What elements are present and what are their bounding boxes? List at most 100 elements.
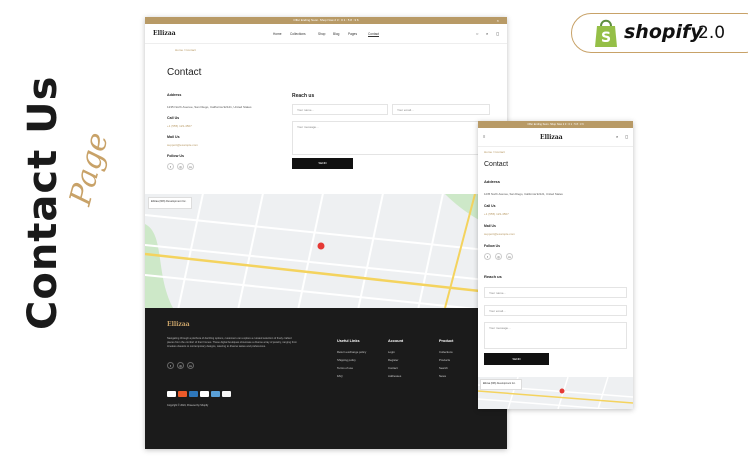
instagram-icon[interactable]: ◎: [177, 163, 184, 170]
copyright: Copyright © 2024, Powered by Shopify: [167, 404, 209, 407]
mobile-header: ≡ Ellizaa ⌕ ◻: [478, 128, 633, 147]
desktop-topbar: Offer Ending Soon. Shop Now 2 3 : 0 1 : …: [145, 17, 507, 24]
visa-icon: [167, 391, 176, 397]
mobile-message-placeholder: Your message...: [489, 326, 511, 330]
nav-blog[interactable]: Blog: [333, 32, 339, 36]
mail-label: Mail Us: [167, 135, 180, 139]
site-logo[interactable]: Ellizaa: [153, 30, 176, 37]
footer-link[interactable]: News: [439, 374, 446, 378]
mobile-topbar: Offer Ending Soon. Shop Now 2 3 : 0 1 : …: [478, 121, 633, 128]
footer-link[interactable]: Products: [439, 358, 450, 362]
mobile-email-link[interactable]: support@example.com: [484, 232, 515, 236]
follow-label: Follow Us: [167, 154, 184, 158]
mobile-map-card: Ellizaa (606) Development Inc.: [480, 379, 522, 390]
footer-linkedin-icon[interactable]: in: [187, 362, 194, 369]
phone-link[interactable]: +1 (555) 123-4567: [167, 124, 192, 128]
mobile-phone-link[interactable]: +1 (555) 123-4567: [484, 212, 509, 216]
name-field[interactable]: Your name...: [292, 104, 388, 115]
footer-link[interactable]: Search: [439, 366, 448, 370]
footer-link[interactable]: Addresses: [388, 374, 401, 378]
mobile-breadcrumb[interactable]: Home / Contact: [484, 150, 505, 154]
nav-contact[interactable]: Contact: [368, 32, 379, 37]
user-icon[interactable]: ○: [476, 31, 478, 36]
mobile-instagram-icon[interactable]: ◎: [495, 253, 502, 260]
mobile-linkedin-icon[interactable]: in: [506, 253, 513, 260]
mobile-name-field[interactable]: Your name...: [484, 287, 627, 298]
mobile-cart-icon[interactable]: ◻: [625, 134, 628, 139]
mobile-name-placeholder: Your name...: [489, 291, 506, 295]
mobile-map-card-title: Ellizaa (606) Development Inc.: [483, 382, 516, 385]
map-streets: [145, 194, 507, 308]
footer-instagram-icon[interactable]: ◎: [177, 362, 184, 369]
topbar-text: Offer Ending Soon. Shop Now 2 3 : 0 1 : …: [293, 18, 359, 22]
facebook-icon[interactable]: f: [167, 163, 174, 170]
footer-link[interactable]: Collections: [439, 350, 453, 354]
mobile-mockup: Offer Ending Soon. Shop Now 2 3 : 0 1 : …: [478, 121, 633, 409]
mobile-call-label: Call Us: [484, 204, 496, 208]
mastercard-icon: [178, 391, 187, 397]
nav-collections[interactable]: Collections: [290, 32, 306, 36]
paypal-icon: [200, 391, 209, 397]
footer-link[interactable]: Login: [388, 350, 395, 354]
desktop-mockup: Offer Ending Soon. Shop Now 2 3 : 0 1 : …: [145, 17, 507, 449]
message-placeholder: Your message...: [297, 125, 319, 129]
reach-heading: Reach us: [292, 93, 315, 99]
mobile-address-label: Address: [484, 179, 501, 184]
map-info-card: Ellizaa (606) Development Inc.: [148, 197, 192, 209]
nav-shop[interactable]: Shop: [318, 32, 325, 36]
nav-pages[interactable]: Pages: [348, 32, 357, 36]
footer-col3-title: Product: [439, 339, 454, 343]
email-placeholder: Your email...: [397, 108, 414, 112]
mobile-email-field[interactable]: Your email...: [484, 305, 627, 316]
mobile-topbar-text: Offer Ending Soon. Shop Now 2 3 : 0 1 : …: [527, 123, 584, 126]
mobile-logo[interactable]: Ellizaa: [540, 134, 563, 141]
mobile-email-placeholder: Your email...: [489, 309, 506, 313]
mobile-send-button[interactable]: SEND: [484, 353, 549, 365]
message-field[interactable]: Your message...: [292, 121, 490, 155]
amex-icon: [189, 391, 198, 397]
mobile-search-icon[interactable]: ⌕: [616, 134, 618, 139]
promo-subtitle: Page: [63, 128, 116, 210]
footer-link[interactable]: FAQ: [337, 374, 343, 378]
footer-about: Navigating through a plethora of dazzlin…: [167, 337, 297, 348]
footer-link[interactable]: Contact: [388, 366, 398, 370]
mobile-facebook-icon[interactable]: f: [484, 253, 491, 260]
footer-link[interactable]: Terms of use: [337, 366, 353, 370]
footer-link[interactable]: Shipping policy: [337, 358, 356, 362]
send-button[interactable]: SEND: [292, 158, 353, 169]
call-label: Call Us: [167, 116, 180, 120]
footer-facebook-icon[interactable]: f: [167, 362, 174, 369]
name-placeholder: Your name...: [297, 108, 314, 112]
svg-text:S: S: [601, 30, 611, 46]
footer-logo[interactable]: Ellizaa: [167, 321, 190, 328]
site-footer: Ellizaa Navigating through a plethora of…: [145, 308, 507, 449]
menu-icon[interactable]: ≡: [483, 134, 485, 139]
address-label: Address: [167, 93, 182, 97]
mobile-mail-label: Mail Us: [484, 224, 496, 228]
search-icon[interactable]: ⌕: [486, 31, 488, 36]
close-icon[interactable]: ×: [497, 17, 499, 24]
nav-home[interactable]: Home: [273, 32, 282, 36]
shopify-version: 2.0: [698, 23, 726, 43]
cart-icon[interactable]: ◻: [496, 31, 499, 36]
mobile-location-map[interactable]: Ellizaa (606) Development Inc.: [478, 377, 633, 409]
shopify-badge: S shopify 2.0: [571, 13, 748, 53]
breadcrumb[interactable]: Home / Contact: [175, 48, 196, 52]
diners-icon: [211, 391, 220, 397]
location-map[interactable]: Ellizaa (606) Development Inc.: [145, 194, 507, 308]
desktop-header: Ellizaa Home Collections Shop Blog Pages…: [145, 24, 507, 44]
mobile-follow-label: Follow Us: [484, 244, 501, 248]
mobile-page-title: Contact: [484, 161, 509, 168]
email-link[interactable]: support@example.com: [167, 143, 198, 147]
page-title: Contact: [167, 67, 202, 78]
email-field[interactable]: Your email...: [392, 104, 490, 115]
footer-col2-title: Account: [388, 339, 404, 343]
mobile-reach-heading: Reach us: [484, 274, 502, 279]
footer-link[interactable]: Register: [388, 358, 398, 362]
mobile-message-field[interactable]: Your message...: [484, 322, 627, 349]
shopify-bag-icon: S: [595, 19, 617, 47]
linkedin-icon[interactable]: in: [187, 163, 194, 170]
footer-link[interactable]: Return exchange policy: [337, 350, 366, 354]
address-value: 1235 North Avenue, San Diego, California…: [167, 105, 252, 109]
map-card-title: Ellizaa (606) Development Inc.: [151, 200, 187, 203]
